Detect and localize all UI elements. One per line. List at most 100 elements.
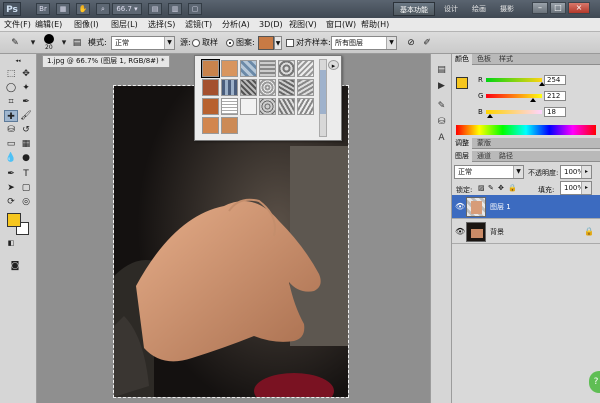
menu-analysis[interactable]: 分析(A) xyxy=(222,19,250,31)
pattern-picker-menu-icon[interactable]: ▸ xyxy=(328,60,339,70)
close-button[interactable]: × xyxy=(568,2,590,14)
pattern-swatch[interactable] xyxy=(221,60,238,77)
quick-selection-tool-icon[interactable]: ✦ xyxy=(19,82,33,94)
tab-adjustments[interactable]: 调整 xyxy=(452,138,472,149)
pattern-swatch[interactable] xyxy=(240,79,257,96)
pattern-swatch[interactable] xyxy=(240,98,257,115)
minimize-button[interactable]: – xyxy=(532,2,548,14)
clone-source-panel-icon[interactable]: ⛁ xyxy=(435,116,448,128)
history-brush-tool-icon[interactable]: ↺ xyxy=(19,124,33,136)
actions-panel-icon[interactable]: ▶ xyxy=(435,80,448,92)
pen-tool-icon[interactable]: ✒ xyxy=(4,168,18,180)
dodge-tool-icon[interactable]: ● xyxy=(19,152,33,164)
pattern-swatch[interactable] xyxy=(259,98,276,115)
screen-mode-icon[interactable]: ▢ xyxy=(188,3,202,15)
pattern-swatch[interactable] xyxy=(278,60,295,77)
source-sampled-radio[interactable] xyxy=(192,39,200,47)
healing-brush-tool-icon[interactable]: ✚ xyxy=(4,110,18,122)
menu-edit[interactable]: 编辑(E) xyxy=(35,19,62,31)
default-colors-icon[interactable]: ◧ xyxy=(4,237,18,249)
crop-tool-icon[interactable]: ⌗ xyxy=(4,96,18,108)
lock-transparency-icon[interactable]: ▨ xyxy=(478,184,485,192)
pattern-swatch[interactable] xyxy=(202,79,219,96)
lasso-tool-icon[interactable]: ◯ xyxy=(4,82,18,94)
tool-preset-dropdown-icon[interactable]: ▾ xyxy=(26,37,40,49)
pattern-swatch[interactable] xyxy=(202,98,219,115)
source-pattern-radio[interactable] xyxy=(226,39,234,47)
menu-select[interactable]: 选择(S) xyxy=(148,19,175,31)
pattern-picker-scroll-thumb[interactable] xyxy=(320,70,326,114)
aligned-checkbox[interactable] xyxy=(286,39,294,47)
ignore-adjustment-layers-icon[interactable]: ⊘ xyxy=(404,37,418,49)
gradient-tool-icon[interactable]: ▦ xyxy=(19,138,33,150)
blur-tool-icon[interactable]: 💧 xyxy=(4,152,18,164)
clone-stamp-tool-icon[interactable]: ⛁ xyxy=(4,124,18,136)
eraser-tool-icon[interactable]: ▭ xyxy=(4,138,18,150)
history-panel-icon[interactable]: ▤ xyxy=(435,64,448,76)
pattern-swatch[interactable] xyxy=(259,60,276,77)
workspace-photography-link[interactable]: 摄影 xyxy=(500,2,514,16)
brush-picker-arrow-icon[interactable]: ▾ xyxy=(57,37,71,49)
workspace-painting-link[interactable]: 绘画 xyxy=(472,2,486,16)
zoom-level-field[interactable]: 66.7 ▾ xyxy=(112,3,142,15)
menu-filter[interactable]: 滤镜(T) xyxy=(185,19,212,31)
pattern-swatch[interactable] xyxy=(259,79,276,96)
shape-tool-icon[interactable]: ▢ xyxy=(19,182,33,194)
g-slider-thumb[interactable] xyxy=(529,98,536,102)
menu-window[interactable]: 窗口(W) xyxy=(326,19,356,31)
marquee-tool-icon[interactable]: ⬚ xyxy=(4,68,18,80)
b-slider-thumb[interactable] xyxy=(486,114,493,118)
pattern-picker-scrollbar[interactable] xyxy=(319,59,327,137)
pattern-swatch[interactable] xyxy=(201,59,220,78)
layer-row[interactable]: 👁 背景 🔒 xyxy=(452,220,600,244)
pattern-swatch[interactable] xyxy=(221,98,238,115)
lock-pixels-icon[interactable]: ✎ xyxy=(488,184,494,192)
pattern-stamp-tool-icon[interactable]: ✎ xyxy=(8,37,22,49)
color-spectrum-bar[interactable] xyxy=(456,125,596,135)
menu-view[interactable]: 视图(V) xyxy=(289,19,317,31)
mode-select[interactable]: 正常 ▼ xyxy=(111,36,175,50)
tab-styles[interactable]: 样式 xyxy=(496,54,516,65)
tab-paths[interactable]: 路径 xyxy=(496,151,516,162)
b-slider[interactable] xyxy=(486,110,542,114)
pattern-swatch[interactable] xyxy=(221,79,238,96)
r-slider[interactable] xyxy=(486,78,542,82)
r-value-field[interactable]: 254 xyxy=(544,75,566,85)
pattern-swatch[interactable] xyxy=(278,79,295,96)
tab-swatches[interactable]: 色板 xyxy=(474,54,494,65)
opacity-field[interactable]: 100% ▸ xyxy=(560,165,592,179)
pattern-swatch[interactable] xyxy=(202,117,219,134)
type-tool-icon[interactable]: T xyxy=(19,168,33,180)
lock-all-icon[interactable]: 🔒 xyxy=(508,184,517,192)
bridge-icon[interactable]: Br xyxy=(36,3,50,15)
move-tool-icon[interactable]: ✥ xyxy=(19,68,33,80)
tablet-pressure-icon[interactable]: ✐ xyxy=(420,37,434,49)
menu-help[interactable]: 帮助(H) xyxy=(361,19,389,31)
brush-tip-icon[interactable] xyxy=(44,34,54,44)
mini-bridge-icon[interactable]: ▦ xyxy=(56,3,70,15)
tab-layers[interactable]: 图层 xyxy=(452,151,472,162)
pattern-swatch[interactable] xyxy=(240,60,257,77)
arrange-documents-icon[interactable]: ▥ xyxy=(168,3,182,15)
brush-panel-toggle-icon[interactable]: ▤ xyxy=(70,37,84,49)
layer-visibility-eye-icon[interactable]: 👁 xyxy=(455,227,465,236)
help-assistant-button[interactable]: ? xyxy=(589,371,600,393)
character-panel-icon[interactable]: A xyxy=(435,132,448,144)
brush-tool-icon[interactable]: 🖌 xyxy=(19,110,33,122)
eyedropper-tool-icon[interactable]: ✒ xyxy=(19,96,33,108)
path-selection-tool-icon[interactable]: ➤ xyxy=(4,182,18,194)
b-value-field[interactable]: 18 xyxy=(544,107,566,117)
pattern-swatch[interactable] xyxy=(297,60,314,77)
menu-file[interactable]: 文件(F) xyxy=(4,19,31,31)
brush-presets-panel-icon[interactable]: ✎ xyxy=(435,100,448,112)
quick-mask-icon[interactable]: ◙ xyxy=(8,260,22,272)
hand-tool-icon[interactable]: ✋ xyxy=(76,3,90,15)
menu-image[interactable]: 图像(I) xyxy=(74,19,99,31)
foreground-color-swatch[interactable] xyxy=(7,213,21,227)
layer-blend-mode-select[interactable]: 正常 ▼ xyxy=(454,165,524,179)
layer-row[interactable]: 👁 图层 1 xyxy=(452,195,600,219)
document-tab[interactable]: 1.jpg @ 66.7% (图层 1, RGB/8#) * xyxy=(42,55,170,67)
pattern-swatch[interactable] xyxy=(297,98,314,115)
g-value-field[interactable]: 212 xyxy=(544,91,566,101)
fill-field[interactable]: 100% ▸ xyxy=(560,181,592,195)
